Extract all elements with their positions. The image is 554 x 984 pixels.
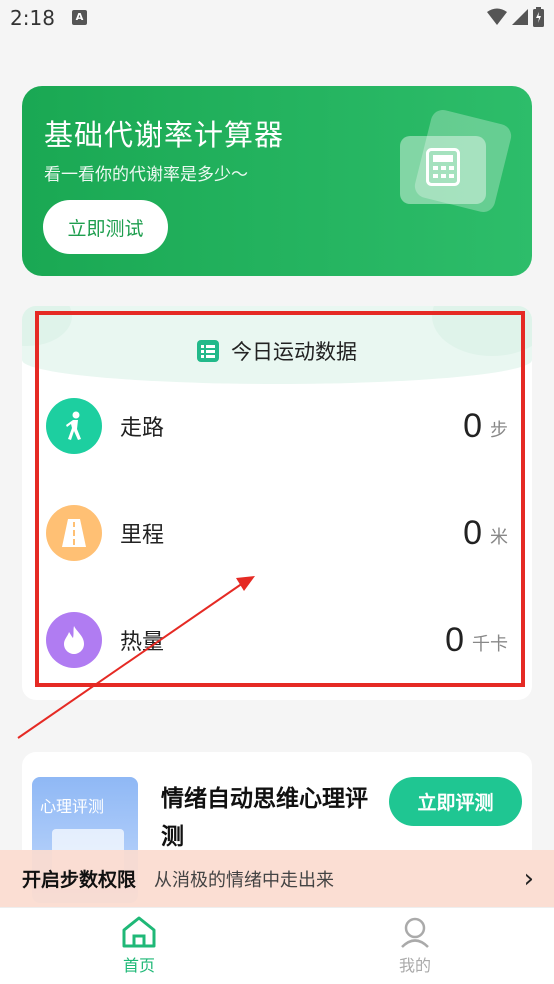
nav-item-home[interactable]: 首页 [99, 916, 179, 976]
test-thumbnail-label: 心理评测 [40, 797, 105, 816]
test-title: 情绪自动思维心理评测 [161, 786, 368, 850]
start-assessment-button[interactable]: 立即评测 [389, 777, 522, 826]
status-time: 2:18 [10, 6, 55, 30]
calculator-icon [426, 148, 460, 186]
banner-subtitle: 看一看你的代谢率是多少～ [44, 165, 248, 185]
permission-title: 开启步数权限 [22, 869, 137, 891]
nav-label-profile: 我的 [398, 956, 431, 975]
permission-desc: 从消极的情绪中走出来 [154, 869, 335, 891]
banner-title: 基础代谢率计算器 [44, 118, 285, 152]
nav-label-home: 首页 [122, 956, 155, 975]
wifi-icon [487, 8, 507, 25]
user-icon [401, 917, 429, 948]
status-bar: 2:18 A [0, 0, 554, 40]
nav-item-profile[interactable]: 我的 [375, 916, 455, 976]
bottom-nav: 首页 我的 [0, 907, 554, 984]
highlight-box [35, 311, 525, 687]
step-permission-banner[interactable]: 开启步数权限 从消极的情绪中走出来 › [0, 850, 554, 907]
notification-icon: A [72, 10, 87, 25]
chevron-right-icon[interactable]: › [524, 864, 534, 894]
home-icon [122, 916, 156, 948]
battery-icon [533, 7, 544, 27]
calculator-illustration [394, 107, 514, 218]
bmr-calculator-banner[interactable]: 基础代谢率计算器 看一看你的代谢率是多少～ 立即测试 [22, 86, 532, 276]
signal-icon [512, 9, 528, 25]
status-indicators [487, 7, 544, 27]
start-test-button[interactable]: 立即测试 [43, 200, 168, 254]
